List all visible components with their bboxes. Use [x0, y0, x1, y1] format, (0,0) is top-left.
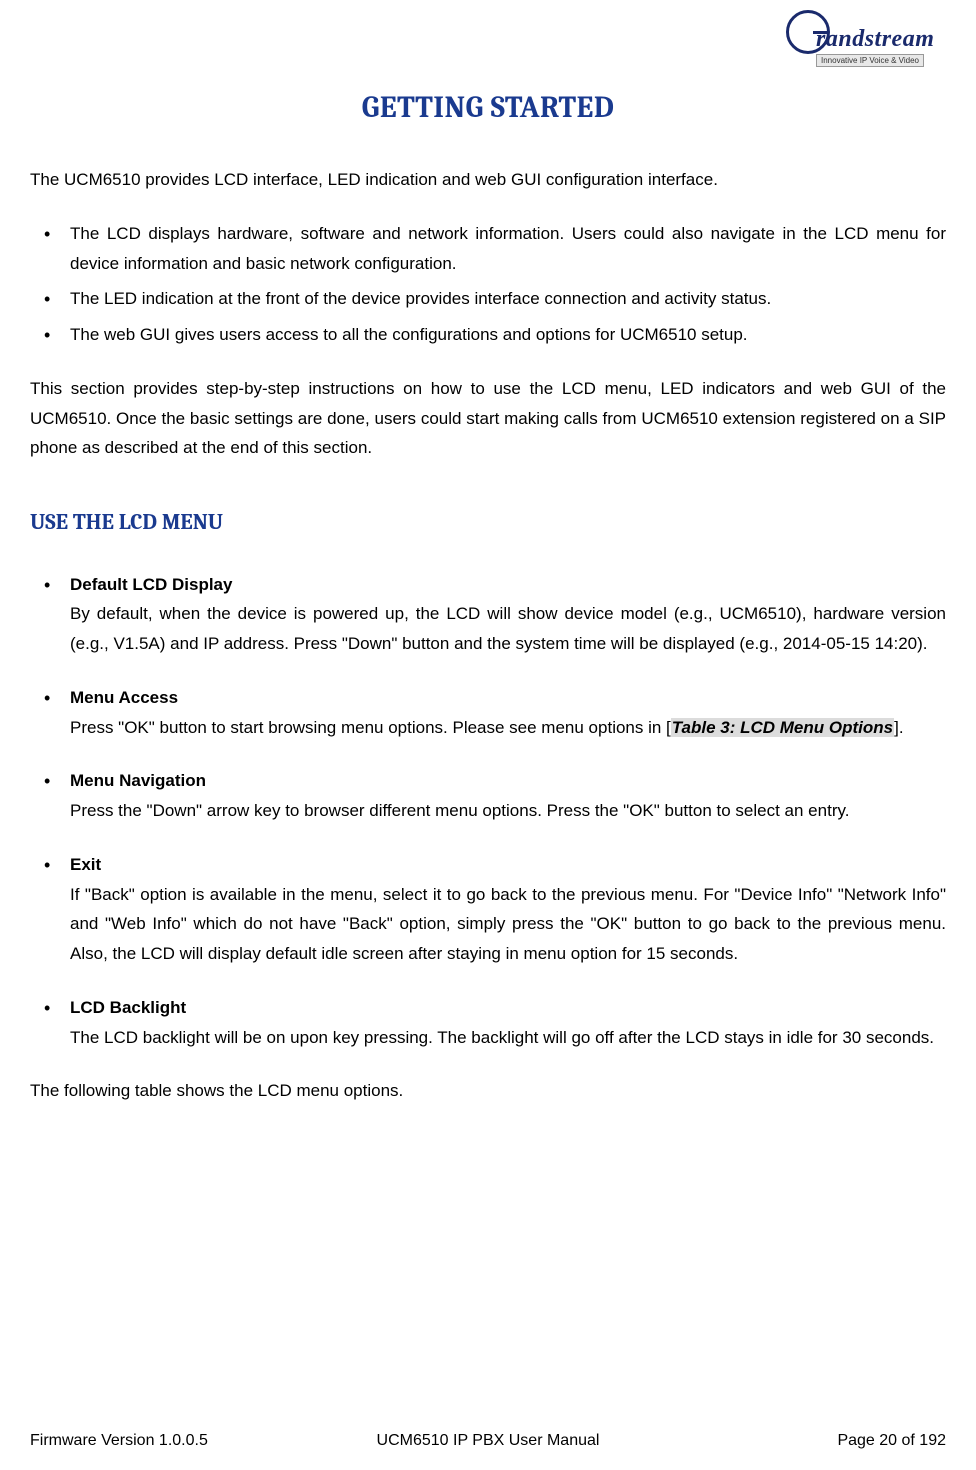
topic-body: If "Back" option is available in the men… — [70, 885, 946, 964]
topic-title: Exit — [70, 850, 946, 880]
footer-left: Firmware Version 1.0.0.5 — [30, 1432, 208, 1450]
topic-title: LCD Backlight — [70, 993, 946, 1023]
intro-bullet: The LED indication at the front of the d… — [30, 284, 946, 314]
body: The UCM6510 provides LCD interface, LED … — [30, 165, 946, 1106]
logo-brand-text: randstream — [816, 26, 934, 53]
section-heading: USE THE LCD MENU — [30, 503, 946, 542]
intro-followup-paragraph: This section provides step-by-step instr… — [30, 374, 946, 463]
bullet-text: The LED indication at the front of the d… — [70, 289, 771, 308]
topic-item: Exit If "Back" option is available in th… — [30, 850, 946, 969]
topic-body-post: ]. — [894, 718, 903, 737]
page-title: GETTING STARTED — [30, 90, 946, 125]
topic-body-pre: Press "OK" button to start browsing menu… — [70, 718, 671, 737]
intro-bullet: The web GUI gives users access to all th… — [30, 320, 946, 350]
footer-right: Page 20 of 192 — [837, 1432, 946, 1450]
intro-bullet-list: The LCD displays hardware, software and … — [30, 219, 946, 350]
trailing-paragraph: The following table shows the LCD menu o… — [30, 1076, 946, 1106]
topic-item: Default LCD Display By default, when the… — [30, 570, 946, 659]
page-footer: UCM6510 IP PBX User Manual Firmware Vers… — [30, 1432, 946, 1450]
topic-body: The LCD backlight will be on upon key pr… — [70, 1028, 934, 1047]
topic-body: Press the "Down" arrow key to browser di… — [70, 801, 849, 820]
intro-paragraph: The UCM6510 provides LCD interface, LED … — [30, 165, 946, 195]
topic-body: Press "OK" button to start browsing menu… — [70, 718, 904, 737]
bullet-text: The LCD displays hardware, software and … — [70, 224, 946, 273]
intro-bullet: The LCD displays hardware, software and … — [30, 219, 946, 279]
bullet-text: The web GUI gives users access to all th… — [70, 325, 748, 344]
topic-title: Menu Navigation — [70, 766, 946, 796]
topic-body: By default, when the device is powered u… — [70, 604, 946, 653]
topic-item: Menu Navigation Press the "Down" arrow k… — [30, 766, 946, 826]
topic-item: Menu Access Press "OK" button to start b… — [30, 683, 946, 743]
topic-title: Menu Access — [70, 683, 946, 713]
page: randstream Innovative IP Voice & Video G… — [0, 0, 976, 1470]
topic-item: LCD Backlight The LCD backlight will be … — [30, 993, 946, 1053]
logo-tagline: Innovative IP Voice & Video — [816, 54, 924, 67]
topics-list: Default LCD Display By default, when the… — [30, 570, 946, 1053]
topic-title: Default LCD Display — [70, 570, 946, 600]
table-reference-link[interactable]: Table 3: LCD Menu Options — [671, 718, 894, 737]
brand-logo: randstream Innovative IP Voice & Video — [786, 10, 946, 70]
